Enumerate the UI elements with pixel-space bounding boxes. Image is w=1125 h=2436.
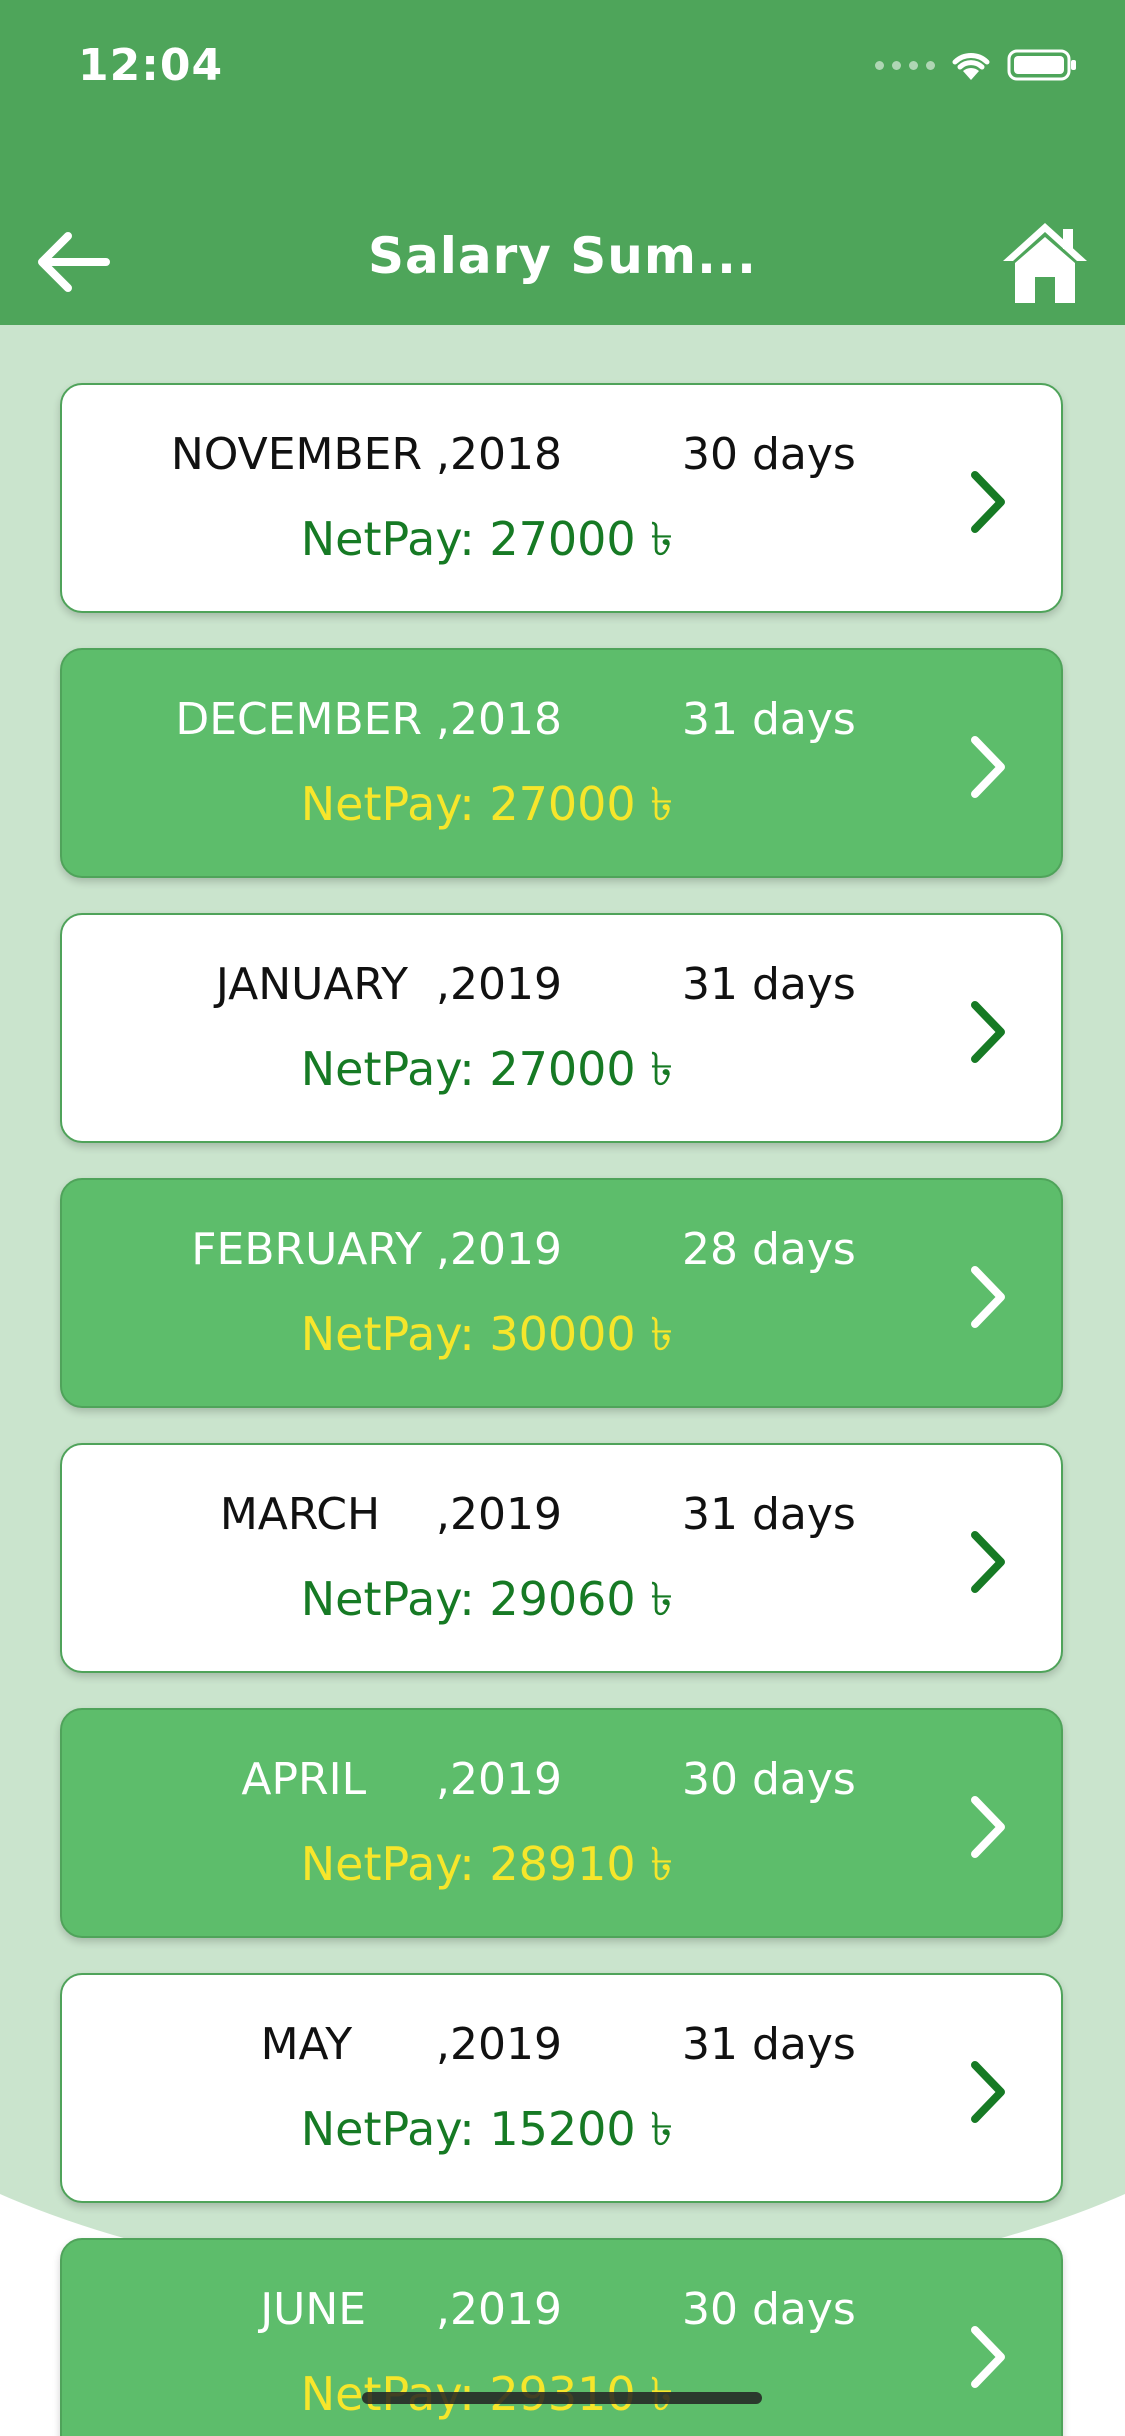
- netpay-label: NetPay: 15200 ৳: [300, 2102, 674, 2156]
- days-label: 30 days: [682, 2284, 856, 2335]
- netpay-label: NetPay: 27000 ৳: [300, 777, 674, 831]
- days-label: 31 days: [682, 694, 856, 745]
- status-icons: [875, 48, 1077, 82]
- chevron-right-icon: [971, 2061, 1005, 2123]
- chevron-right-icon: [971, 1001, 1005, 1063]
- status-time: 12:04: [78, 40, 224, 91]
- salary-item[interactable]: JANUARY ,2019 31 days NetPay: 27000 ৳: [60, 913, 1063, 1143]
- month-label: MAY ,2019: [260, 2019, 562, 2070]
- days-label: 31 days: [682, 1489, 856, 1540]
- salary-item[interactable]: JUNE ,2019 30 days NetPay: 29310 ৳: [60, 2238, 1063, 2436]
- home-button[interactable]: [995, 212, 1095, 312]
- salary-item[interactable]: FEBRUARY ,2019 28 days NetPay: 30000 ৳: [60, 1178, 1063, 1408]
- page-title: Salary Sum...: [368, 227, 757, 285]
- salary-list: NOVEMBER ,2018 30 days NetPay: 27000 ৳ D…: [0, 325, 1125, 2436]
- battery-icon: [1007, 49, 1076, 81]
- home-indicator[interactable]: [362, 2392, 762, 2404]
- month-label: NOVEMBER ,2018: [170, 429, 562, 480]
- chevron-right-icon: [971, 2326, 1005, 2388]
- month-label: APRIL ,2019: [241, 1754, 562, 1805]
- signal-icon: [875, 60, 935, 70]
- chevron-right-icon: [971, 1531, 1005, 1593]
- chevron-right-icon: [971, 1796, 1005, 1858]
- netpay-label: NetPay: 27000 ৳: [300, 1042, 674, 1096]
- chevron-right-icon: [971, 1266, 1005, 1328]
- month-label: FEBRUARY ,2019: [191, 1224, 562, 1275]
- month-label: JANUARY ,2019: [215, 959, 562, 1010]
- days-label: 31 days: [682, 2019, 856, 2070]
- wifi-icon: [952, 53, 990, 80]
- netpay-label: NetPay: 29060 ৳: [300, 1572, 674, 1626]
- month-label: MARCH ,2019: [219, 1489, 562, 1540]
- chevron-right-icon: [971, 471, 1005, 533]
- home-icon: [1003, 223, 1087, 303]
- status-bar: 12:04: [0, 0, 1125, 130]
- netpay-label: NetPay: 27000 ৳: [300, 512, 674, 566]
- days-label: 31 days: [682, 959, 856, 1010]
- chevron-right-icon: [971, 736, 1005, 798]
- netpay-label: NetPay: 28910 ৳: [300, 1837, 674, 1891]
- salary-item[interactable]: APRIL ,2019 30 days NetPay: 28910 ৳: [60, 1708, 1063, 1938]
- days-label: 30 days: [682, 1754, 856, 1805]
- netpay-label: NetPay: 30000 ৳: [300, 1307, 674, 1361]
- salary-item[interactable]: DECEMBER ,2018 31 days NetPay: 27000 ৳: [60, 648, 1063, 878]
- month-label: DECEMBER ,2018: [175, 694, 562, 745]
- navigation-bar: Salary Sum...: [0, 130, 1125, 325]
- salary-item[interactable]: MAY ,2019 31 days NetPay: 15200 ৳: [60, 1973, 1063, 2203]
- days-label: 28 days: [682, 1224, 856, 1275]
- salary-item[interactable]: MARCH ,2019 31 days NetPay: 29060 ৳: [60, 1443, 1063, 1673]
- month-label: JUNE ,2019: [260, 2284, 562, 2335]
- days-label: 30 days: [682, 429, 856, 480]
- salary-item[interactable]: NOVEMBER ,2018 30 days NetPay: 27000 ৳: [60, 383, 1063, 613]
